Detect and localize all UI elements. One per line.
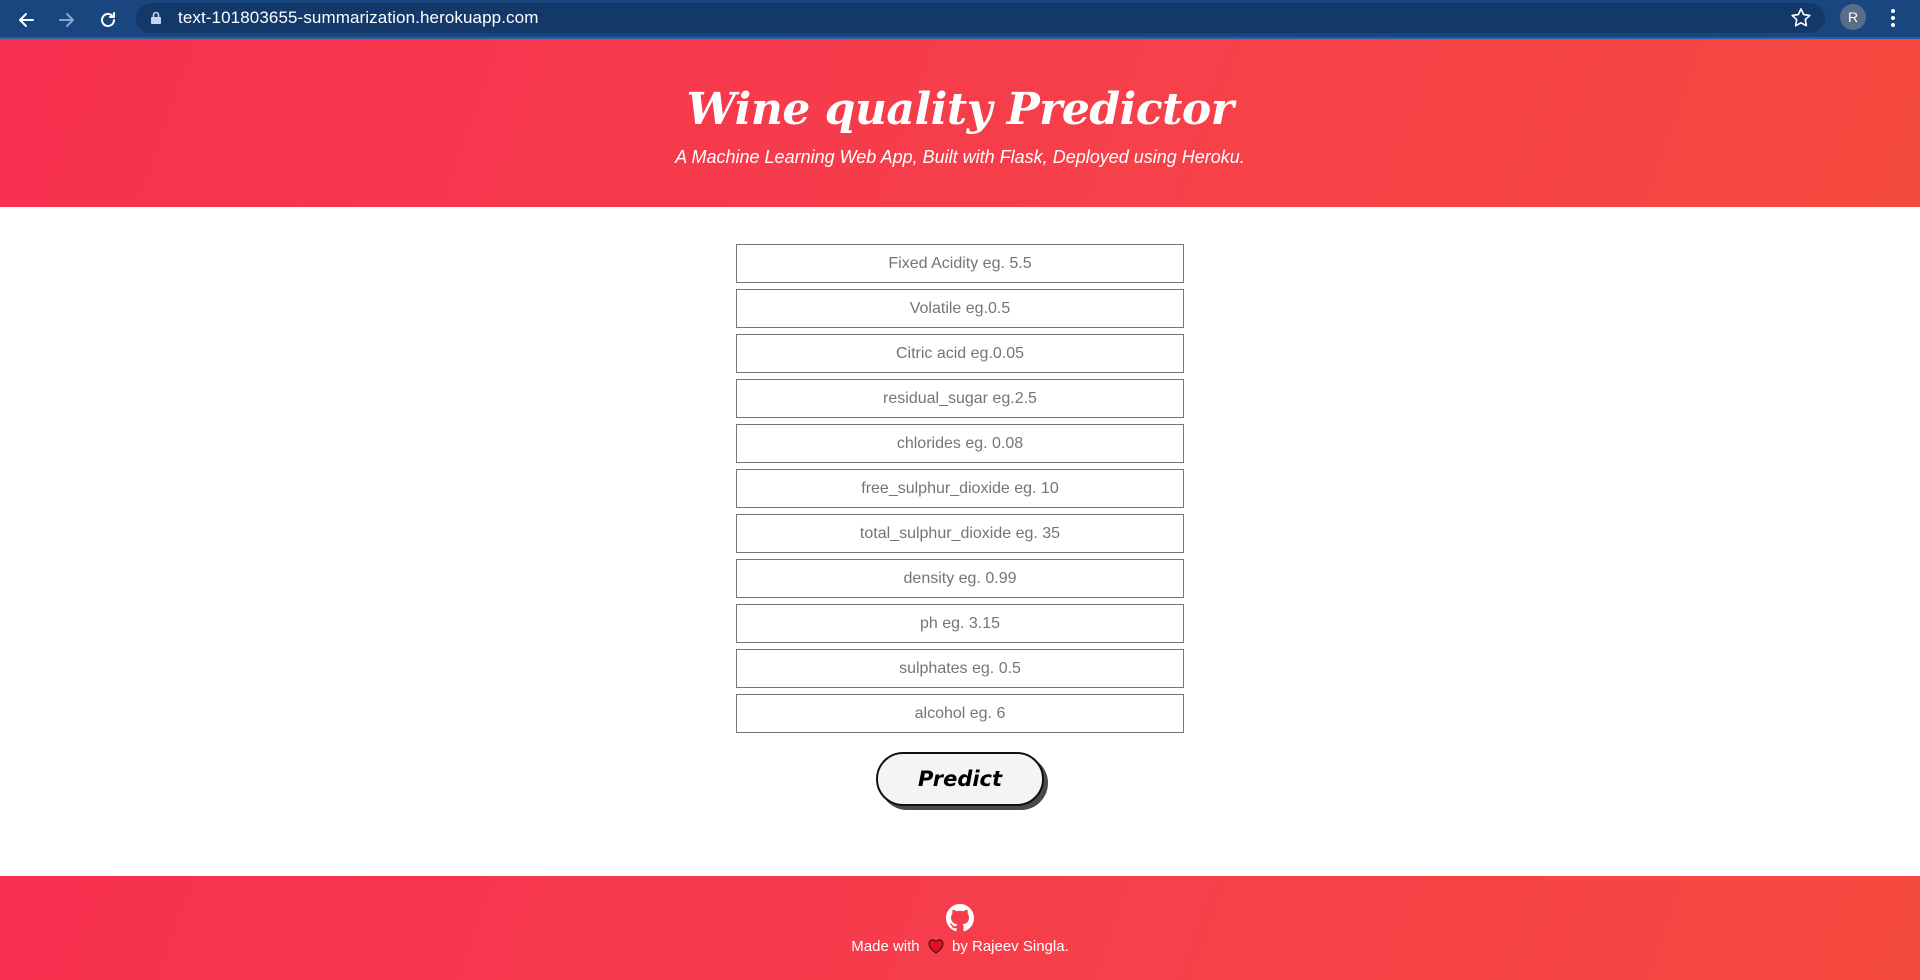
footer-credit: Made with by Rajeev Singla.: [0, 938, 1920, 956]
density-input[interactable]: [736, 559, 1184, 598]
chlorides-input[interactable]: [736, 424, 1184, 463]
url-text: text-101803655-summarization.herokuapp.c…: [178, 8, 539, 27]
reload-icon: [101, 12, 115, 27]
prediction-form: [736, 244, 1184, 739]
lock-icon: [151, 11, 161, 24]
page-subtitle: A Machine Learning Web App, Built with F…: [675, 147, 1245, 167]
residual-sugar-input[interactable]: [736, 379, 1184, 418]
made-with-text: Made with: [851, 938, 920, 955]
sulphates-input[interactable]: [736, 649, 1184, 688]
heart-icon: [928, 939, 944, 954]
ph-input[interactable]: [736, 604, 1184, 643]
author-text: by Rajeev Singla.: [951, 938, 1069, 955]
free-sulphur-dioxide-input[interactable]: [736, 469, 1184, 508]
total-sulphur-dioxide-input[interactable]: [736, 514, 1184, 553]
page-title: Wine quality Predictor: [686, 84, 1234, 135]
back-icon: [19, 13, 34, 27]
browser-toolbar: text-101803655-summarization.herokuapp.c…: [0, 0, 1920, 39]
fixed-acidity-input[interactable]: [736, 244, 1184, 283]
reload-button[interactable]: [94, 6, 122, 34]
page-header: Wine quality Predictor A Machine Learnin…: [0, 39, 1920, 207]
address-bar[interactable]: text-101803655-summarization.herokuapp.c…: [136, 3, 1825, 33]
predict-button[interactable]: Predict: [876, 752, 1044, 806]
forward-icon: [59, 13, 74, 27]
page-footer: Made with by Rajeev Singla.: [0, 876, 1920, 980]
alcohol-input[interactable]: [736, 694, 1184, 733]
menu-icon[interactable]: [1881, 6, 1905, 30]
star-icon[interactable]: [1789, 6, 1813, 30]
volatile-acidity-input[interactable]: [736, 289, 1184, 328]
back-button[interactable]: [12, 6, 40, 34]
forward-button[interactable]: [53, 6, 81, 34]
github-icon[interactable]: [946, 904, 974, 932]
citric-acid-input[interactable]: [736, 334, 1184, 373]
profile-avatar[interactable]: R: [1840, 4, 1866, 30]
